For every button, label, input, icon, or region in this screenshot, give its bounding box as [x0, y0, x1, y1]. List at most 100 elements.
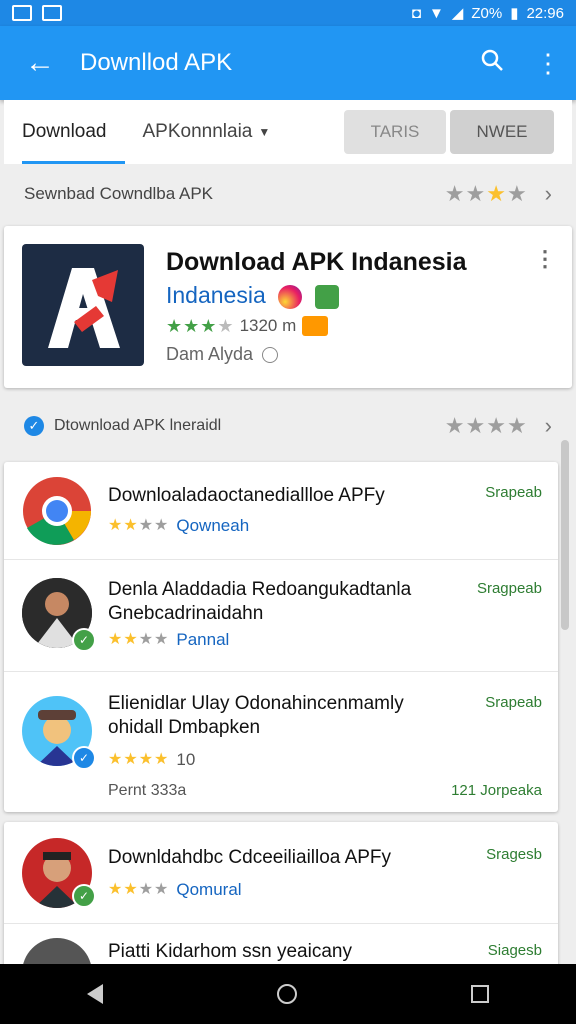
section-header-2[interactable]: ✓ Dtownload APK lneraidl ★ ★ ★ ★ ›	[0, 398, 576, 454]
clock: 22:96	[526, 4, 564, 22]
star-icon: ★	[486, 181, 506, 206]
star-icon: ★	[138, 881, 154, 898]
battery-icon: ▮	[510, 5, 519, 22]
star-icon: ★	[486, 413, 506, 438]
app-list-2: ✓ Downldahdbc Cdceeiliailloa APFy ★ ★ ★ …	[4, 822, 558, 1008]
list-item[interactable]: ✓ Downldahdbc Cdceeiliailloa APFy ★ ★ ★ …	[4, 822, 558, 924]
list-item-title: Elienidlar Ulay Odonahincenmamly ohidall…	[108, 693, 404, 738]
tab-apk-category-label: APKonnnlaia	[142, 121, 253, 142]
verified-check-icon: ✓	[24, 416, 44, 436]
list-item[interactable]: ✓ Denla Aladdadia Redoangukadtanla Gnebc…	[4, 560, 558, 672]
star-icon: ★	[166, 316, 183, 336]
section-header-1[interactable]: Sewnbad Cowndlba APK ★ ★ ★ ★ ›	[0, 166, 576, 222]
list-item-action[interactable]: Siagesb	[488, 942, 542, 959]
section-title-1: Sewnbad Cowndlba APK	[24, 184, 214, 203]
back-arrow-icon[interactable]: ←	[0, 46, 80, 80]
list-item-title: Piatti Kidarhom ssn yeaicany	[108, 941, 352, 962]
image-icon	[42, 5, 62, 21]
featured-subtitle: Indanesia	[166, 282, 339, 309]
star-icon: ★	[506, 181, 527, 206]
tab-download[interactable]: Download	[4, 100, 125, 164]
list-item-action[interactable]: Srapeab	[485, 484, 542, 501]
star-icon: ★	[444, 181, 465, 206]
gallery-icon	[12, 5, 32, 21]
signal-icon: ◢	[451, 5, 464, 22]
star-icon: ★	[108, 881, 123, 898]
filter-chip-nwee[interactable]: NWEE	[450, 110, 554, 154]
star-icon: ★	[465, 413, 486, 438]
section-rating-2: ★ ★ ★ ★	[445, 415, 527, 437]
search-icon[interactable]	[464, 47, 520, 80]
star-icon: ★	[506, 413, 527, 438]
nav-home-icon[interactable]	[277, 984, 297, 1004]
wifi-icon: ▼	[428, 4, 444, 22]
star-icon: ★	[154, 631, 169, 648]
featured-title: Download APK Indanesia	[166, 248, 467, 276]
app-bar: ← Downllod APK ⋮	[0, 26, 576, 100]
featured-size: 1320 m	[239, 316, 297, 335]
dropdown-icon: ▼	[258, 125, 271, 139]
list-item-rating-label: Qomural	[176, 880, 242, 899]
grid-badge-icon	[302, 316, 329, 336]
tab-bar: Download APKonnnlaia ▼ TARIS NWEE	[4, 100, 572, 164]
list-item-action[interactable]: Sragesb	[486, 846, 542, 863]
star-icon: ★	[138, 751, 154, 768]
star-icon: ★	[123, 517, 138, 534]
overflow-menu-icon[interactable]: ⋮	[520, 48, 576, 79]
featured-subtitle-text: Indanesia	[166, 282, 266, 308]
list-item-action[interactable]: Sragpeab	[477, 580, 542, 597]
star-icon: ★	[154, 881, 169, 898]
star-icon: ★	[123, 751, 138, 768]
star-icon: ★	[108, 631, 123, 648]
featured-developer-name: Dam Alyda	[166, 344, 254, 364]
list-item-title: Downloaladaoctanediallloe APFy	[108, 485, 385, 506]
star-icon: ★	[154, 517, 169, 534]
star-icon: ★	[200, 316, 217, 336]
list-item[interactable]: Downloaladaoctanediallloe APFy ★ ★ ★ ★ Q…	[4, 462, 558, 560]
card-menu-icon[interactable]: ⋮	[534, 248, 556, 270]
list-item-rating-label: Pannal	[176, 630, 230, 649]
featured-app-card[interactable]: Download APK Indanesia Indanesia ★ ★ ★ ★…	[4, 226, 572, 388]
filter-chip-taris-label: TARIS	[370, 122, 420, 141]
star-icon: ★	[183, 316, 200, 336]
section-rating-1: ★ ★ ★ ★	[445, 183, 527, 205]
list-item-rating-count: 10	[176, 750, 196, 769]
play-badge-icon	[314, 284, 339, 309]
info-icon	[262, 347, 279, 364]
section-title-2: Dtownload APK lneraidl	[54, 417, 222, 434]
featured-rating: ★ ★ ★ ★ 1320 m	[166, 316, 329, 336]
list-item-title: Downldahdbc Cdceeiliailloa APFy	[108, 847, 392, 868]
star-icon: ★	[108, 751, 123, 768]
verified-badge-icon: ✓	[72, 884, 96, 908]
list-item-title: Denla Aladdadia Redoangukadtanla Gnebcad…	[108, 579, 412, 624]
tab-apk-category[interactable]: APKonnnlaia ▼	[125, 100, 289, 164]
star-icon: ★	[123, 631, 138, 648]
verified-badge-icon: ✓	[72, 746, 96, 770]
list-item[interactable]: ✓ Elienidlar Ulay Odonahincenmamly ohida…	[4, 672, 558, 812]
nav-recents-icon[interactable]	[471, 985, 489, 1003]
nfc-icon: ◘	[411, 4, 421, 22]
chevron-right-icon[interactable]: ›	[545, 413, 552, 439]
chevron-right-icon[interactable]: ›	[545, 181, 552, 207]
filter-chip-taris[interactable]: TARIS	[344, 110, 446, 154]
star-icon: ★	[444, 413, 465, 438]
list-item-action[interactable]: Srapeab	[485, 694, 542, 711]
star-icon: ★	[138, 631, 154, 648]
status-bar: ◘ ▼ ◢ Z0% ▮ 22:96	[0, 0, 576, 26]
star-icon: ★	[138, 517, 154, 534]
app-list: Downloaladaoctanediallloe APFy ★ ★ ★ ★ Q…	[4, 462, 558, 812]
list-item-rating-label: Qowneah	[176, 516, 250, 535]
star-icon: ★	[217, 316, 234, 336]
list-item-rating: ★ ★ ★ ★ Qomural	[108, 880, 242, 900]
star-icon: ★	[108, 517, 123, 534]
star-icon: ★	[465, 181, 486, 206]
verified-badge-icon: ✓	[72, 628, 96, 652]
system-nav-bar	[0, 964, 576, 1024]
nav-back-icon[interactable]	[87, 984, 103, 1004]
apk-app-icon	[22, 244, 144, 366]
star-icon: ★	[123, 881, 138, 898]
filter-chip-nwee-label: NWEE	[476, 122, 528, 141]
page-title: Downllod APK	[80, 49, 233, 76]
scrollbar[interactable]	[561, 440, 569, 630]
list-item-meta: Pernt 333a	[108, 782, 187, 799]
